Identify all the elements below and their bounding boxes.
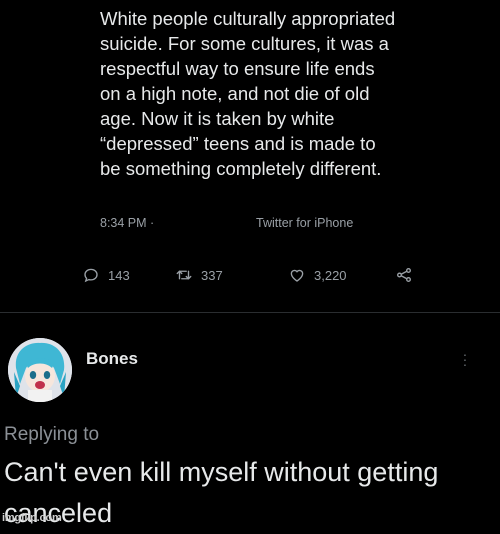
like-action[interactable]: 3,220 bbox=[288, 266, 347, 284]
tweet-time[interactable]: 8:34 PM · bbox=[100, 216, 154, 230]
heart-icon bbox=[288, 266, 306, 284]
retweet-icon bbox=[175, 266, 193, 284]
reply-author-name[interactable]: Bones bbox=[86, 349, 138, 369]
share-action[interactable] bbox=[395, 266, 413, 284]
avatar[interactable] bbox=[8, 338, 72, 402]
more-vertical-icon[interactable]: · · · bbox=[462, 347, 468, 371]
retweet-count: 337 bbox=[201, 267, 223, 283]
retweet-action[interactable]: 337 bbox=[175, 266, 223, 284]
replying-to-label: Replying to bbox=[4, 424, 100, 445]
share-icon bbox=[395, 266, 413, 284]
reply-action[interactable]: 143 bbox=[82, 266, 130, 284]
reply-text: Can't even kill myself without getting c… bbox=[4, 457, 439, 528]
tweet-source: Twitter for iPhone bbox=[256, 216, 354, 230]
like-count: 3,220 bbox=[314, 267, 347, 283]
comment-icon bbox=[82, 266, 100, 284]
watermark: imgflip.com bbox=[2, 512, 62, 524]
reply-count: 143 bbox=[108, 267, 130, 283]
divider bbox=[0, 312, 500, 313]
tweet-text: White people culturally appropriated sui… bbox=[100, 8, 396, 179]
